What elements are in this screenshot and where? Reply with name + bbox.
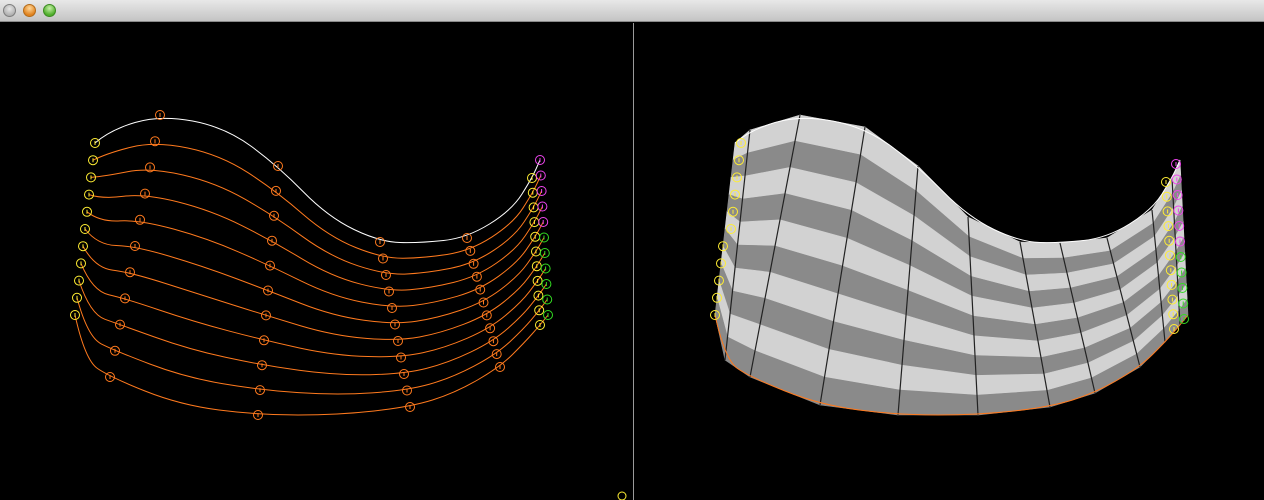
surface-patch: [734, 244, 776, 273]
corner-point-marker: [617, 491, 627, 500]
left-control-points: [70, 110, 553, 420]
control-curve[interactable]: [88, 194, 543, 291]
control-curve[interactable]: [94, 117, 541, 244]
surface-mesh: [714, 114, 1189, 416]
control-curve[interactable]: [92, 143, 542, 259]
control-curve[interactable]: [80, 263, 547, 358]
surface-patch: [974, 355, 1045, 376]
surface-patch: [737, 219, 781, 247]
surface-patch: [1022, 257, 1068, 276]
scene-canvas: [70, 110, 1189, 500]
control-curve[interactable]: [78, 280, 547, 376]
surface-patch: [1019, 241, 1064, 259]
control-curve[interactable]: [90, 169, 543, 275]
control-curve[interactable]: [76, 297, 548, 395]
